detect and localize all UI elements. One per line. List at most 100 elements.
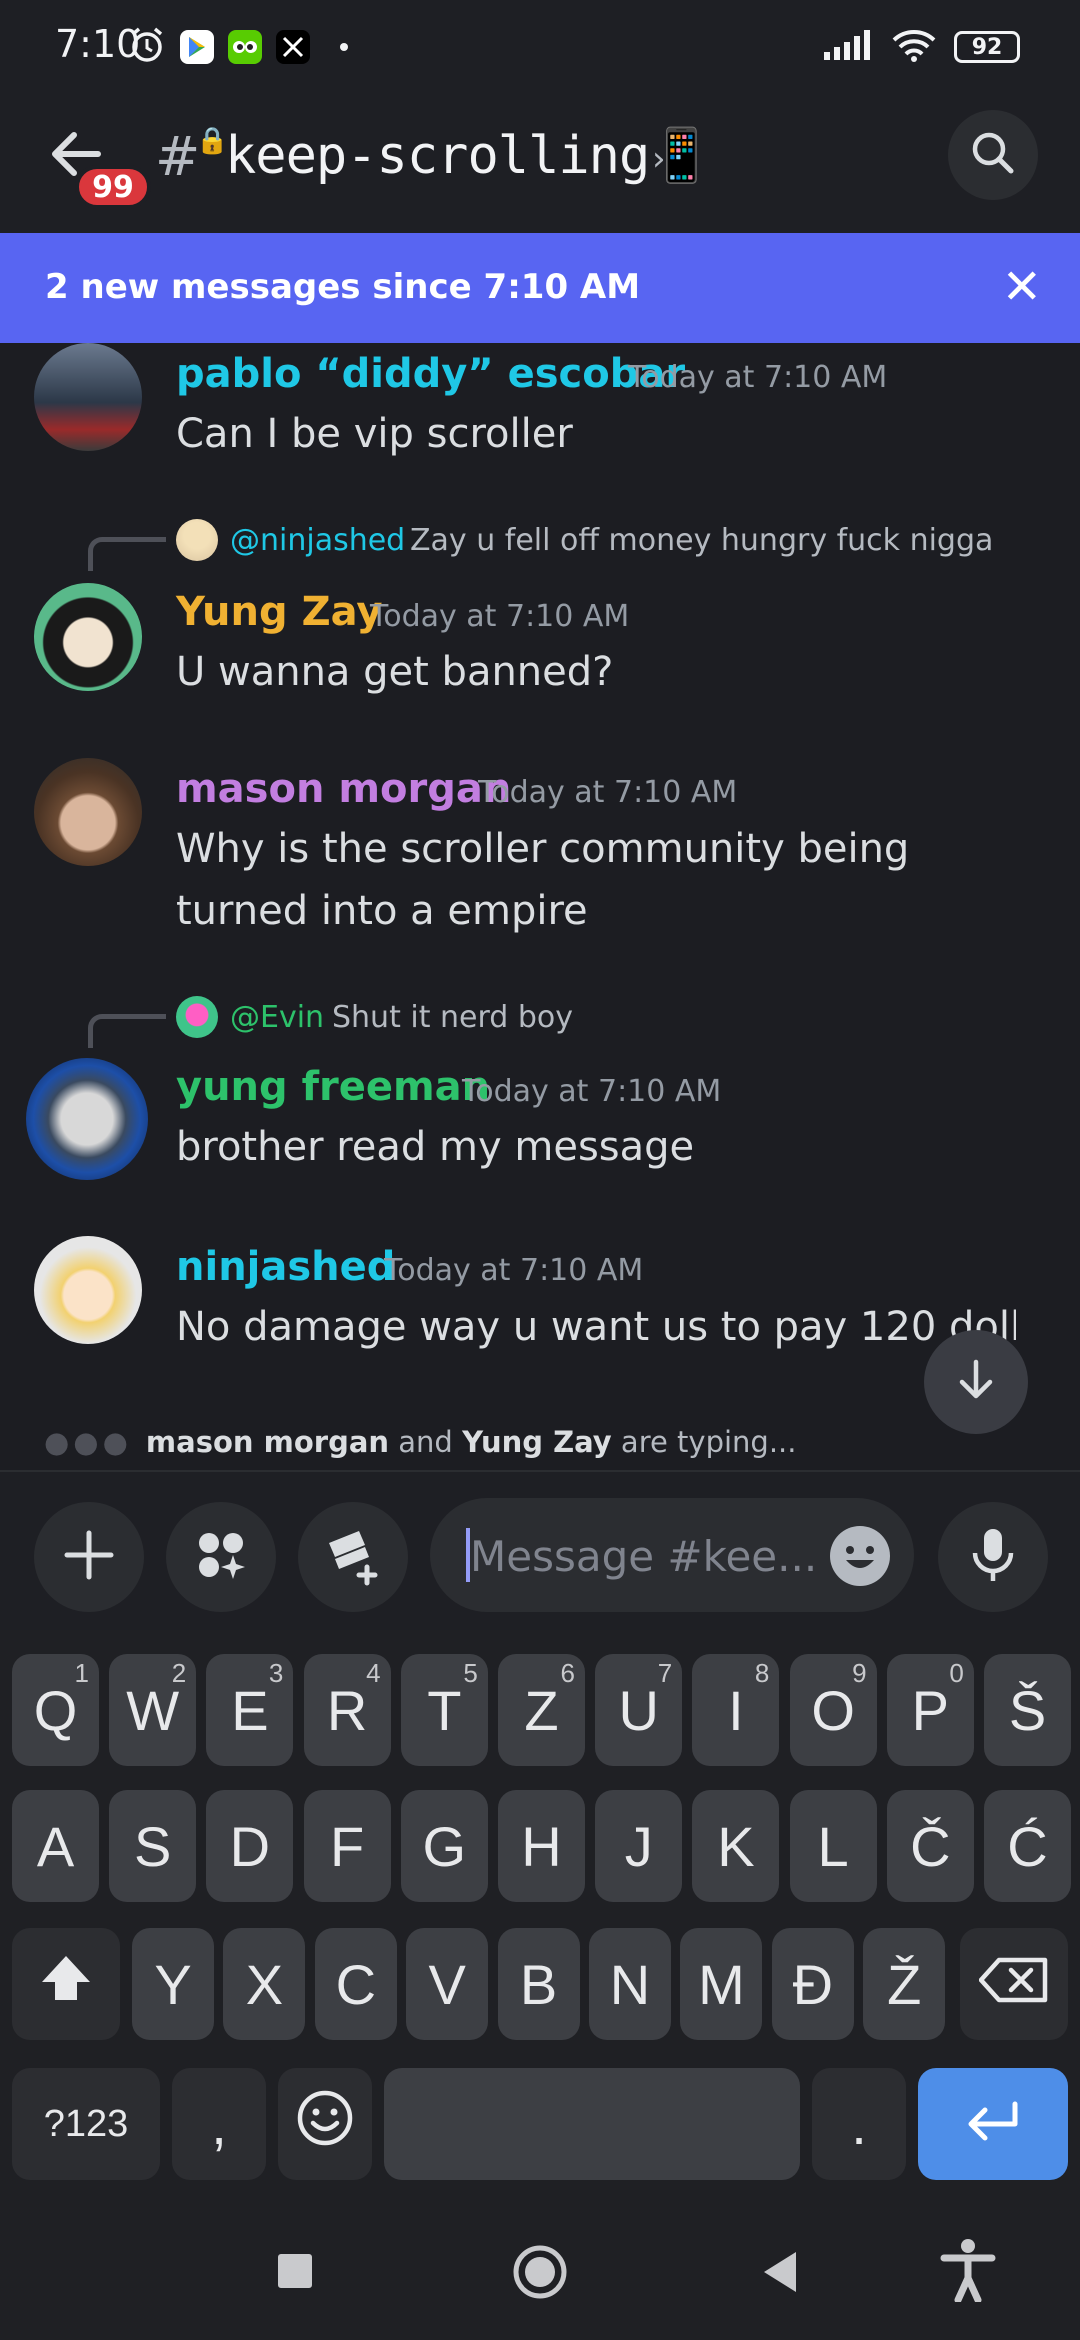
reply-preview[interactable]: Zay u fell off money hungry fuck nigga [410,523,993,558]
recents-square-icon[interactable] [278,2254,312,2288]
key-label: F [329,1814,365,1878]
key-number-hint: 0 [949,1658,964,1688]
message-author[interactable]: mason morgan [176,766,511,812]
key-label: T [427,1678,462,1742]
key-p[interactable]: P0 [886,1654,974,1766]
space-key[interactable] [384,2068,800,2180]
chevron-right-icon[interactable]: › [652,139,666,179]
key-label: G [422,1814,467,1878]
reply-mention[interactable]: @Evin [230,1000,324,1035]
reply-preview[interactable]: Shut it nerd boy [332,1000,573,1035]
key-n[interactable]: N [589,1928,671,2040]
enter-key[interactable] [918,2068,1068,2180]
key-label: Š [1008,1678,1047,1742]
key-š[interactable]: Š [984,1654,1071,1766]
microphone-icon [969,1527,1017,1587]
message-author[interactable]: ninjashed [176,1244,395,1290]
key-label: R [326,1678,368,1742]
key-č[interactable]: Č [886,1790,974,1902]
key-c[interactable]: C [314,1928,397,2040]
key-label: L [817,1814,849,1878]
key-b[interactable]: B [497,1928,580,2040]
back-triangle-icon[interactable] [760,2250,800,2298]
message-text: No damage way u want us to pay 120 dolla… [176,1304,1016,1350]
period-key[interactable]: . [812,2068,906,2180]
emoji-key[interactable] [278,2068,372,2180]
key-u[interactable]: U7 [595,1654,683,1766]
avatar[interactable] [26,1058,148,1180]
symbols-key[interactable]: ?123 [12,2068,160,2180]
message-composer: Message #kee... [0,1470,1080,1630]
key-label: X [245,1952,284,2016]
key-f[interactable]: F [303,1790,391,1902]
key-h[interactable]: H [498,1790,585,1902]
avatar[interactable] [34,1236,142,1344]
key-label: Z [524,1678,559,1742]
voice-message-button[interactable] [938,1502,1048,1612]
avatar[interactable] [34,758,142,866]
key-label: Ć [1007,1814,1048,1878]
key-z[interactable]: Z6 [498,1654,585,1766]
key-a[interactable]: A [12,1790,99,1902]
message-author[interactable]: pablo “diddy” escobar [176,351,685,397]
accessibility-icon[interactable] [940,2238,996,2306]
avatar[interactable] [34,343,142,451]
key-r[interactable]: R4 [303,1654,391,1766]
key-number-hint: 2 [171,1658,187,1688]
key-g[interactable]: G [400,1790,488,1902]
key-ž[interactable]: Ž [863,1928,946,2040]
key-e[interactable]: E3 [206,1654,294,1766]
key-q[interactable]: Q1 [12,1654,99,1766]
key-s[interactable]: S [109,1790,197,1902]
key-l[interactable]: L [789,1790,877,1902]
key-ć[interactable]: Ć [984,1790,1071,1902]
backspace-key[interactable] [960,1928,1068,2040]
typing-conjunction: and [389,1425,463,1459]
search-button[interactable] [948,110,1038,200]
key-m[interactable]: M [680,1928,763,2040]
key-x[interactable]: X [223,1928,306,2040]
key-number-hint: 9 [852,1658,867,1688]
key-v[interactable]: V [406,1928,489,2040]
avatar[interactable] [34,583,142,691]
key-i[interactable]: I8 [692,1654,780,1766]
key-đ[interactable]: Đ [771,1928,854,2040]
key-y[interactable]: Y [132,1928,214,2040]
key-label: V [428,1952,466,2016]
comma-key[interactable]: , [172,2068,266,2180]
message-text: Why is the scroller community being turn… [176,826,910,934]
key-j[interactable]: J [595,1790,683,1902]
key-d[interactable]: D [206,1790,294,1902]
key-o[interactable]: O9 [789,1654,877,1766]
jump-to-present-button[interactable] [924,1330,1028,1434]
status-bar: 7:10 92 [0,0,1080,95]
typing-indicator: ●●● mason morgan and Yung Zay are typing.… [44,1425,797,1459]
gift-button[interactable] [298,1502,408,1612]
add-attachment-button[interactable] [34,1502,144,1612]
key-label: D [229,1814,271,1878]
key-label: O [811,1678,855,1742]
shift-key[interactable] [12,1928,120,2040]
backspace-icon [978,1952,1049,2017]
locked-channel-icon: #🔒 [155,125,229,188]
key-number-hint: 6 [560,1658,575,1688]
close-icon[interactable]: ✕ [1002,259,1042,315]
home-circle-icon[interactable] [512,2244,568,2304]
key-w[interactable]: W2 [109,1654,197,1766]
message-input[interactable]: Message #kee... [430,1498,914,1612]
key-label: P [911,1678,949,1742]
search-icon [969,129,1017,181]
key-t[interactable]: T5 [400,1654,488,1766]
emoji-icon[interactable] [830,1526,890,1586]
reply-mention[interactable]: @ninjashed [230,523,405,558]
key-label: S [134,1814,172,1878]
reply-connector [88,1014,166,1048]
message-author[interactable]: Yung Zay [176,589,382,635]
new-messages-banner[interactable]: 2 new messages since 7:10 AM ✕ [0,233,1080,343]
key-k[interactable]: K [692,1790,780,1902]
apps-button[interactable] [166,1502,276,1612]
duolingo-icon [228,30,262,64]
message-author[interactable]: yung freeman [176,1064,490,1110]
channel-name[interactable]: keep-scrolling📱 [225,125,714,186]
key-number-hint: 8 [754,1658,770,1688]
